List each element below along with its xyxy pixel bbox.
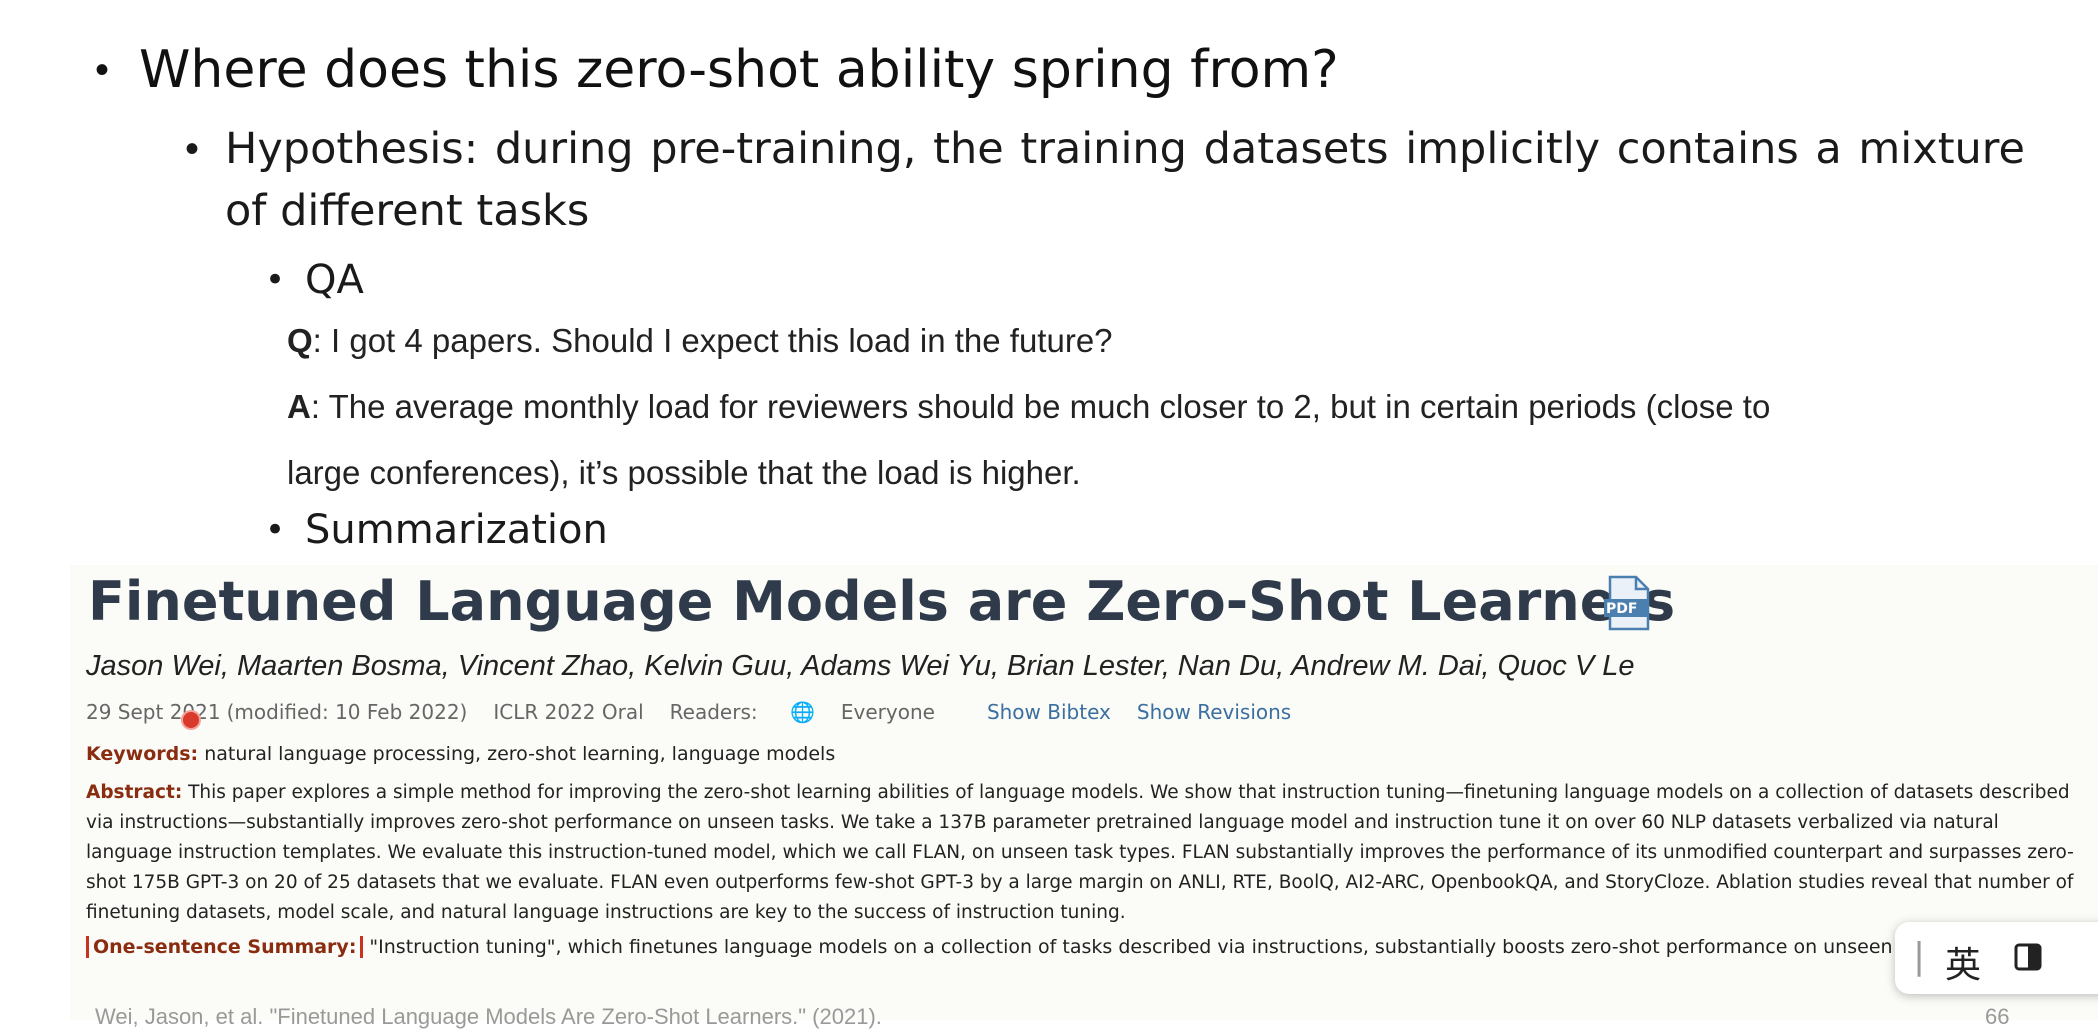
paper-venue: ICLR 2022 Oral: [493, 700, 644, 724]
paper-summary: One-sentence Summary: "Instruction tuning…: [86, 936, 1926, 958]
paper-meta: 29 Sept 2021 (modified: 10 Feb 2022) ICLR …: [86, 700, 1317, 724]
keywords-text: natural language processing, zero-shot l…: [204, 743, 836, 765]
ime-toolbar[interactable]: | 英: [1895, 922, 2098, 994]
bullet-qa-text: QA: [305, 257, 364, 303]
answer-line-1: A: The average monthly load for reviewer…: [287, 388, 1770, 426]
paper-modified: (modified: 10 Feb 2022): [226, 700, 468, 724]
pdf-icon-label: PDF: [1606, 601, 1638, 617]
bullet-dot: •: [95, 48, 110, 92]
ime-divider: |: [1913, 936, 1926, 977]
summary-text: "Instruction tuning", which finetunes la…: [369, 936, 1926, 958]
bullet-dot: •: [265, 260, 286, 300]
question-text: : I got 4 papers. Should I expect this l…: [312, 322, 1113, 359]
summary-label: One-sentence Summary:: [86, 936, 364, 958]
paper-keywords: Keywords: natural language processing, z…: [86, 743, 835, 765]
slide-citation: Wei, Jason, et al. "Finetuned Language M…: [95, 1004, 882, 1029]
answer-label: A: [287, 388, 311, 425]
bullet-dot: •: [265, 510, 286, 550]
show-revisions-link[interactable]: Show Revisions: [1137, 700, 1291, 724]
bullet-hypothesis-text: Hypothesis: during pre-training, the tra…: [225, 124, 2025, 236]
bullet-summarization-text: Summarization: [305, 507, 608, 553]
bullet-dot: •: [185, 127, 200, 171]
readers-value: Everyone: [840, 700, 935, 724]
globe-icon: 🌐: [789, 700, 815, 724]
answer-text-2: large conferences), it’s possible that t…: [287, 454, 1081, 491]
question-label: Q: [287, 322, 313, 359]
ime-language-toggle[interactable]: 英: [1945, 936, 1981, 988]
keywords-label: Keywords:: [86, 743, 199, 765]
answer-line-2: large conferences), it’s possible that t…: [287, 454, 1081, 492]
question-line: Q: I got 4 papers. Should I expect this …: [287, 322, 1113, 360]
show-bibtex-link[interactable]: Show Bibtex: [987, 700, 1111, 724]
readers-label: Readers:: [669, 700, 758, 724]
abstract-text: This paper explores a simple method for …: [86, 782, 2074, 923]
half-width-icon[interactable]: [2013, 940, 2043, 981]
paper-authors: Jason Wei, Maarten Bosma, Vincent Zhao, …: [86, 650, 1635, 682]
abstract-label: Abstract:: [86, 782, 183, 803]
bullet-main-text: Where does this zero-shot ability spring…: [139, 40, 1339, 100]
paper-abstract: Abstract: This paper explores a simple m…: [86, 778, 2076, 928]
slide-page-number: 66: [1985, 1004, 2010, 1029]
paper-date: 29 Sept 2021: [86, 700, 221, 724]
pdf-icon[interactable]: PDF: [1602, 575, 1652, 631]
paper-title: Finetuned Language Models are Zero-Shot …: [88, 570, 1676, 633]
readers: Readers: 🌐 Everyone: [670, 700, 961, 724]
recording-cursor-dot: [183, 712, 199, 728]
answer-text-1: : The average monthly load for reviewers…: [310, 388, 1771, 425]
